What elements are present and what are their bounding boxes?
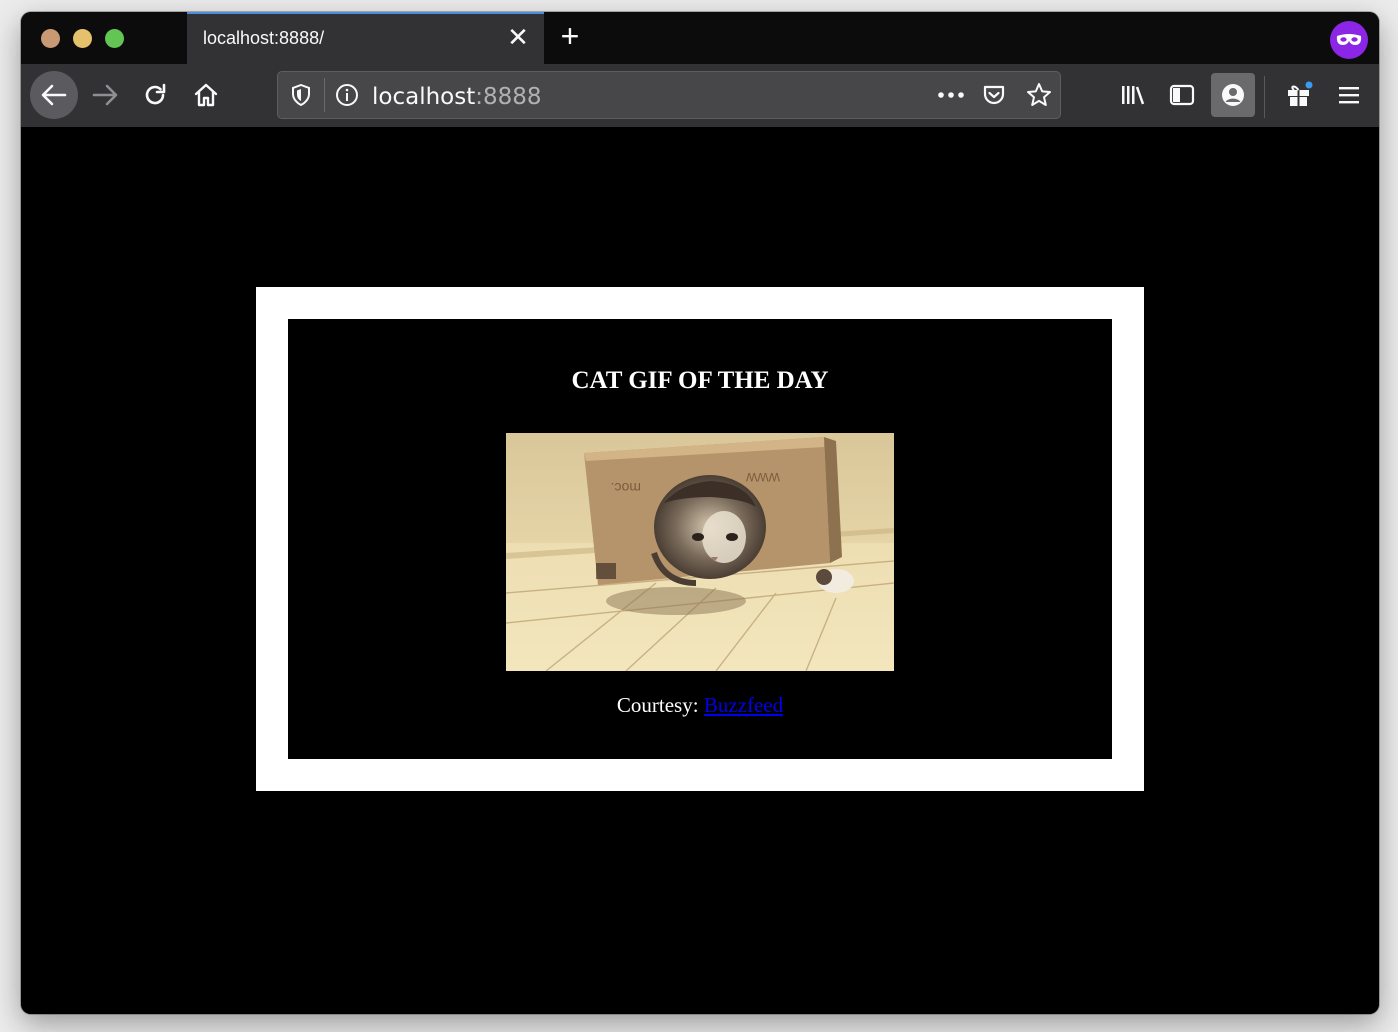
url-bar[interactable]: localhost:8888 [277,71,1061,119]
url-host: localhost [372,84,476,110]
white-frame: CAT GIF OF THE DAY moc. WWW Courtesy: Bu… [256,287,1144,791]
sidebar-icon [1169,84,1195,106]
tab-title: localhost:8888/ [203,28,325,48]
cat-gif-image: moc. WWW [506,433,894,671]
buzzfeed-link[interactable]: Buzzfeed [704,693,783,717]
home-button[interactable] [184,73,228,117]
back-button[interactable] [30,71,78,119]
account-icon [1222,84,1244,106]
reload-icon [145,83,166,105]
more-dots-icon[interactable] [936,82,966,108]
navigation-toolbar: localhost:8888 [21,64,1379,127]
toolbar-divider [1264,76,1265,118]
tab-bar: localhost:8888/ ✕ + [21,12,1379,64]
window-close-button[interactable] [41,29,60,48]
account-button[interactable] [1211,73,1255,117]
page-title: CAT GIF OF THE DAY [571,367,829,394]
forward-arrow-icon [92,84,118,106]
page-content: CAT GIF OF THE DAY moc. WWW Courtesy: Bu… [21,127,1379,1014]
menu-button[interactable] [1327,73,1371,117]
new-tab-button[interactable]: + [553,20,587,54]
content-card: CAT GIF OF THE DAY moc. WWW Courtesy: Bu… [288,319,1112,759]
courtesy-label: Courtesy: [616,693,699,717]
hamburger-menu-icon [1339,87,1359,104]
home-icon [194,83,218,107]
shield-icon[interactable] [288,82,314,108]
tab-active[interactable]: localhost:8888/ ✕ [187,12,544,64]
svg-text:moc.: moc. [611,480,641,496]
library-button[interactable] [1111,73,1155,117]
reload-button[interactable] [133,73,177,117]
browser-window: localhost:8888/ ✕ + localhost:8888 CAT G… [21,12,1379,1014]
private-browsing-mask-icon[interactable] [1330,21,1368,59]
url-port: :8888 [475,84,542,110]
courtesy-line: Courtesy: Buzzfeed [288,693,1112,718]
back-arrow-icon [41,84,67,106]
extensions-button[interactable] [1277,73,1321,117]
info-icon[interactable] [334,82,360,108]
window-minimize-button[interactable] [73,29,92,48]
url-text[interactable]: localhost:8888 [372,84,542,110]
sidebar-button[interactable] [1160,73,1204,117]
tab-close-icon[interactable]: ✕ [506,24,530,50]
star-icon[interactable] [1026,82,1052,108]
svg-text:WWW: WWW [745,470,780,484]
window-maximize-button[interactable] [105,29,124,48]
gift-icon [1288,81,1313,106]
pocket-icon[interactable] [981,82,1007,108]
library-icon [1122,86,1145,105]
url-separator [324,78,325,112]
forward-button[interactable] [83,73,127,117]
